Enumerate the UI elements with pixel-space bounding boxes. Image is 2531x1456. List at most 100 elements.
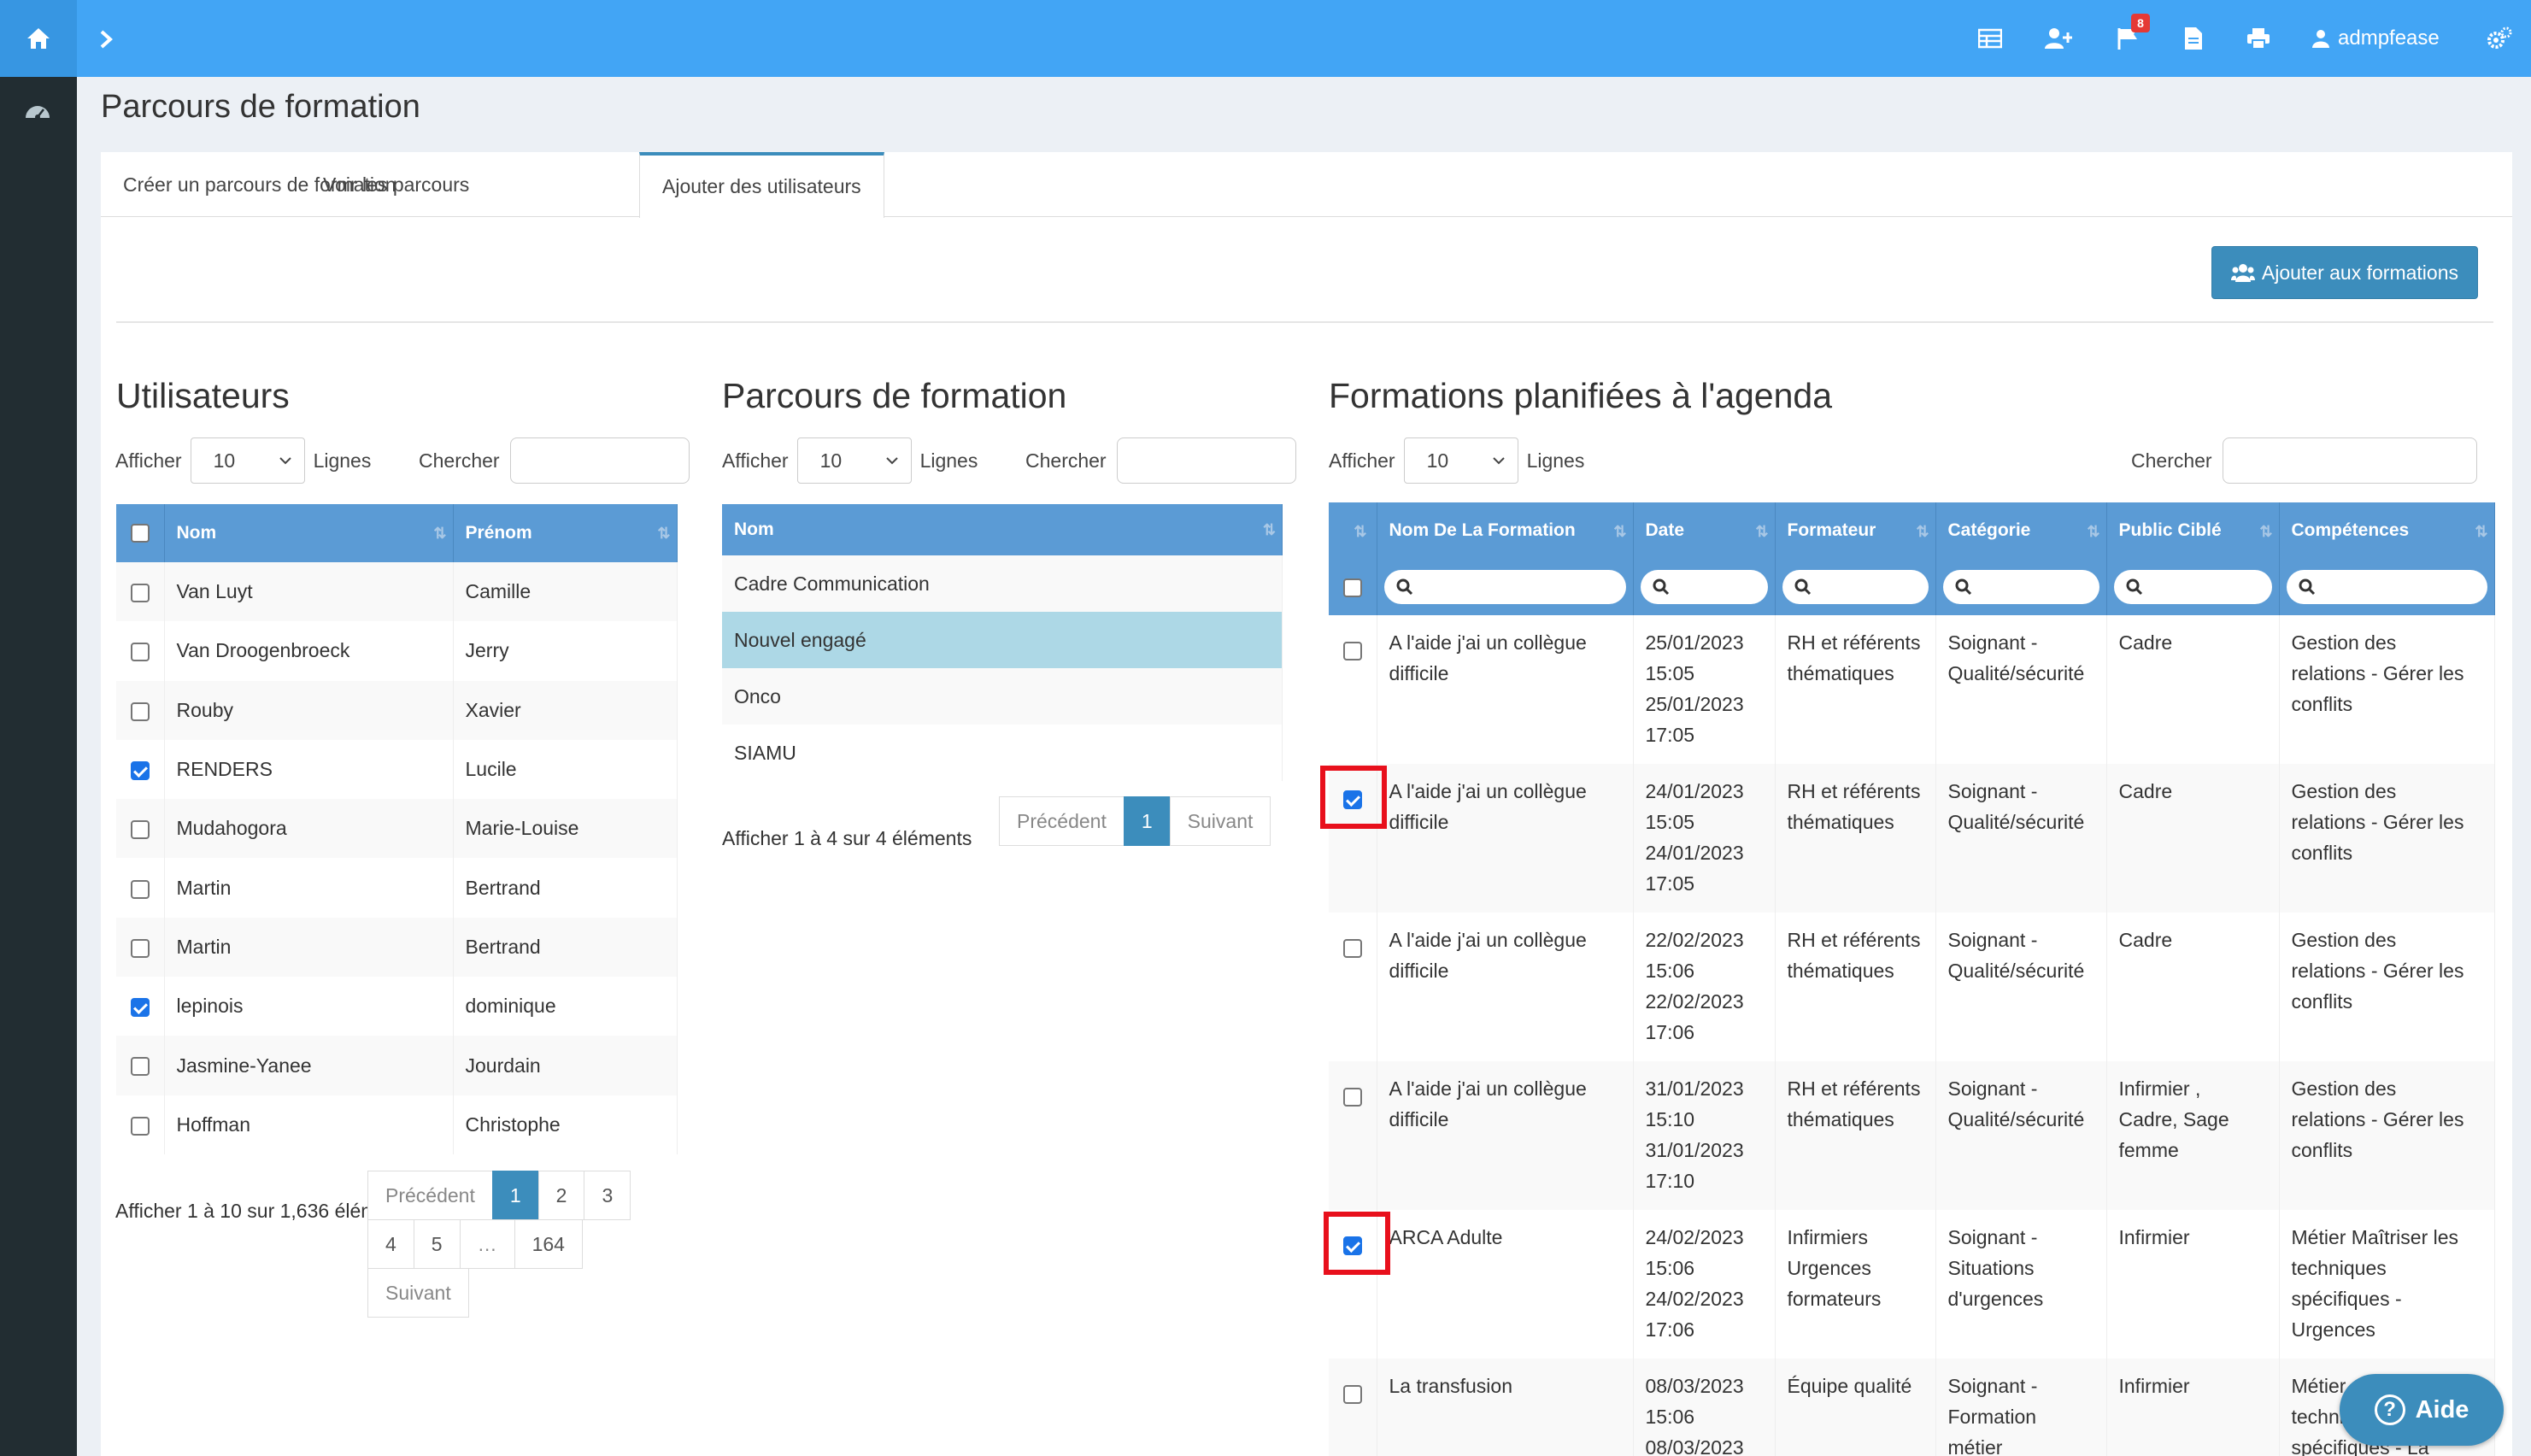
formations-row-checkbox[interactable] — [1342, 641, 1362, 660]
users-prev-button[interactable]: Précédent — [367, 1171, 493, 1220]
parcours-col-nom[interactable]: Nom ⇅ — [722, 504, 1283, 555]
formations-row-public-line: Cadre, Sage — [2118, 1108, 2229, 1130]
formations-row-checkbox[interactable] — [1342, 938, 1362, 958]
users-row-checkbox[interactable] — [130, 1057, 150, 1077]
formations-row[interactable]: La transfusion 08/03/2023 15:06 08/03/2023 É… — [1329, 1359, 2495, 1456]
users-search-input[interactable] — [509, 437, 690, 484]
users-row-checkbox[interactable] — [130, 584, 150, 603]
users-row[interactable]: Martin Bertrand — [116, 858, 678, 918]
users-row-checkbox[interactable] — [130, 643, 150, 662]
parcours-row[interactable]: Nouvel engagé — [722, 612, 1283, 668]
formations-row-nom-line: A l'aide j'ai un collègue — [1389, 1077, 1587, 1100]
formations-filter-public-cell — [2106, 559, 2280, 615]
users-row[interactable]: Hoffman Christophe — [116, 1095, 678, 1154]
formations-row-date-line: 17:06 — [1645, 1021, 1695, 1043]
formations-col-formateur[interactable]: Formateur ⇅ — [1775, 502, 1936, 559]
formations-filter-categorie[interactable] — [1942, 570, 2099, 604]
users-next-button[interactable]: Suivant — [367, 1268, 469, 1318]
users-page-5[interactable]: 5 — [413, 1219, 461, 1269]
main-panel: Créer un parcours de formation Voir les … — [101, 152, 2512, 1456]
users-row-checkbox-cell — [116, 1095, 165, 1154]
sidebar-toggle-button[interactable] — [89, 22, 123, 56]
parcours-length-select[interactable]: 10 — [796, 437, 912, 484]
users-row-checkbox[interactable] — [130, 1116, 150, 1136]
parcours-row[interactable]: SIAMU — [722, 725, 1283, 781]
formations-col-date[interactable]: Date ⇅ — [1633, 502, 1776, 559]
formations-col-nom[interactable]: Nom De La Formation ⇅ — [1377, 502, 1634, 559]
formations-col-public[interactable]: Public Ciblé ⇅ — [2106, 502, 2280, 559]
formations-row-competences-line: conflits — [2291, 990, 2353, 1013]
users-page-2[interactable]: 2 — [537, 1171, 585, 1220]
formations-row-categorie-line: Qualité/sécurité — [1947, 811, 2085, 833]
formations-filter-competences[interactable] — [2286, 570, 2487, 604]
users-row[interactable]: lepinois dominique — [116, 977, 678, 1036]
parcours-row-nom: Nouvel engagé — [722, 612, 1283, 668]
formations-row[interactable]: A l'aide j'ai un collègue difficile 31/01/… — [1329, 1061, 2495, 1210]
users-row-checkbox[interactable] — [130, 702, 150, 721]
print-button[interactable] — [2244, 24, 2273, 53]
formations-row-date-line: 15:06 — [1645, 1406, 1695, 1428]
add-to-formations-button[interactable]: Ajouter aux formations — [2211, 246, 2478, 299]
add-user-nav-button[interactable] — [2044, 24, 2073, 53]
formations-select-all-checkbox[interactable] — [1342, 578, 1362, 598]
formations-row-formateur: Équipe qualité — [1775, 1359, 1936, 1456]
tab-view-parcours[interactable]: Voir les parcours — [301, 152, 491, 218]
users-page-4[interactable]: 4 — [367, 1219, 414, 1269]
table-button[interactable] — [1976, 24, 2005, 53]
users-row-checkbox[interactable] — [130, 820, 150, 840]
formations-row[interactable]: A l'aide j'ai un collègue difficile 22/02/… — [1329, 913, 2495, 1061]
users-length-value: 10 — [213, 449, 236, 472]
dashboard-link[interactable] — [23, 101, 52, 121]
user-menu[interactable]: admpfease — [2312, 23, 2440, 54]
users-length-select[interactable]: 10 — [190, 437, 305, 484]
formations-row-checkbox[interactable] — [1342, 1087, 1362, 1107]
home-button[interactable] — [0, 0, 77, 77]
formations-row-date: 25/01/2023 15:05 25/01/2023 17:05 — [1633, 615, 1776, 764]
users-row-checkbox[interactable] — [130, 879, 150, 899]
formations-row-categorie: Soignant - Qualité/sécurité — [1935, 615, 2107, 764]
users-row[interactable]: Jasmine-Yanee Jourdain — [116, 1036, 678, 1095]
parcours-row[interactable]: Onco — [722, 668, 1283, 725]
users-row[interactable]: Van Luyt Camille — [116, 562, 678, 622]
users-row[interactable]: Mudahogora Marie-Louise — [116, 799, 678, 859]
help-button[interactable]: ? Aide — [2340, 1374, 2504, 1446]
users-row-checkbox[interactable] — [130, 998, 150, 1018]
formations-row-categorie-line: Soignant - — [1947, 1077, 2038, 1100]
users-row-checkbox[interactable] — [130, 760, 150, 780]
users-col-prenom[interactable]: Prénom ⇅ — [453, 504, 678, 562]
formations-filter-date[interactable] — [1640, 570, 1768, 604]
users-page-1[interactable]: 1 — [491, 1171, 539, 1220]
formations-filter-nom[interactable] — [1383, 570, 1626, 604]
formations-row[interactable]: ARCA Adulte 24/02/2023 15:06 24/02/2023 17:0… — [1329, 1210, 2495, 1359]
users-row[interactable]: Van Droogenbroeck Jerry — [116, 621, 678, 681]
formations-row[interactable]: A l'aide j'ai un collègue difficile 25/01/… — [1329, 615, 2495, 764]
users-select-all-checkbox[interactable] — [130, 524, 150, 543]
formations-length-select[interactable]: 10 — [1403, 437, 1518, 484]
parcours-prev-button[interactable]: Précédent — [999, 796, 1125, 846]
formations-row-checkbox[interactable] — [1342, 1384, 1362, 1404]
formations-filter-public[interactable] — [2113, 570, 2272, 604]
users-page-3[interactable]: 3 — [584, 1171, 631, 1220]
formations-row[interactable]: A l'aide j'ai un collègue difficile 24/01/… — [1329, 764, 2495, 913]
users-col-nom[interactable]: Nom ⇅ — [164, 504, 454, 562]
formations-filter-formateur[interactable] — [1782, 570, 1929, 604]
users-row[interactable]: RENDERS Lucile — [116, 739, 678, 800]
settings-button[interactable] — [2485, 24, 2514, 53]
parcours-next-button[interactable]: Suivant — [1169, 796, 1271, 846]
parcours-page-1[interactable]: 1 — [1123, 796, 1171, 846]
users-page-164[interactable]: 164 — [514, 1219, 583, 1269]
tab-add-users[interactable]: Ajouter des utilisateurs — [639, 152, 884, 218]
formations-sort-cell[interactable]: ⇅ — [1329, 502, 1377, 559]
parcours-search-input[interactable] — [1116, 437, 1296, 484]
users-row[interactable]: Martin Bertrand — [116, 917, 678, 978]
parcours-row[interactable]: Cadre Communication — [722, 555, 1283, 612]
formations-search-input[interactable] — [2222, 437, 2477, 484]
formations-row-competences-line: relations - Gérer les — [2291, 960, 2464, 982]
users-row-checkbox[interactable] — [130, 938, 150, 958]
documents-button[interactable] — [2179, 24, 2208, 53]
formations-col-categorie[interactable]: Catégorie ⇅ — [1935, 502, 2107, 559]
formations-row-competences-line: conflits — [2291, 842, 2353, 864]
users-row[interactable]: Rouby Xavier — [116, 680, 678, 740]
formations-length-value: 10 — [1426, 449, 1449, 472]
formations-col-competences[interactable]: Compétences ⇅ — [2279, 502, 2495, 559]
